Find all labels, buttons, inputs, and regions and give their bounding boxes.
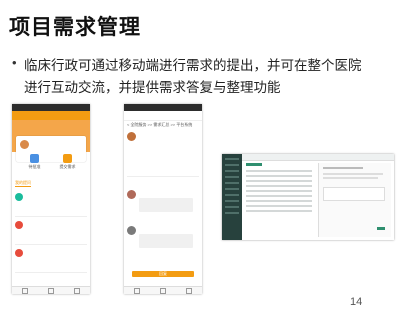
table-row[interactable] [246, 170, 312, 172]
reply-button[interactable]: 回复 [132, 271, 194, 277]
status-icon [15, 193, 23, 201]
tab-pending-label: 待批准 [28, 164, 41, 169]
table-row[interactable] [246, 185, 312, 187]
desktop-screenshot [222, 154, 394, 240]
action-tabs: 待批准 提交需求 [18, 154, 84, 170]
reply-item [127, 190, 199, 220]
detail-panel [318, 163, 391, 237]
avatar [127, 190, 136, 199]
bullet-text: 临床行政可通过移动端进行需求的提出，并可在整个医院进行互动交流，并提供需求答复与… [24, 58, 362, 95]
profile-banner [12, 120, 90, 162]
nav-icon[interactable] [48, 288, 54, 294]
avatar [20, 140, 29, 149]
bullet-dot: • [12, 55, 17, 70]
desktop-sidebar [222, 154, 242, 240]
mobile-screenshot-request-detail: < 全院服务 >> 需求汇总 >> 平台系统 回复 [124, 104, 202, 294]
table-row[interactable] [246, 190, 312, 192]
slide-title: 项目需求管理 [9, 16, 141, 39]
status-bar [12, 104, 90, 111]
nav-icon[interactable] [186, 288, 192, 294]
table-row[interactable] [246, 210, 312, 212]
nav-icon[interactable] [22, 288, 28, 294]
avatar [127, 226, 136, 235]
nav-icon[interactable] [134, 288, 140, 294]
status-icon [15, 221, 23, 229]
list-item[interactable] [15, 246, 87, 273]
list-item[interactable] [15, 190, 87, 217]
app-header [12, 111, 90, 120]
list-header: 我的提问 [15, 180, 31, 187]
status-icon [15, 249, 23, 257]
desktop-topbar [242, 154, 394, 161]
table-row[interactable] [246, 195, 312, 197]
list-item[interactable] [15, 218, 87, 245]
table-row[interactable] [246, 200, 312, 202]
request-post [127, 130, 199, 160]
nav-icon[interactable] [74, 288, 80, 294]
tab-submit-label: 提交需求 [59, 164, 76, 169]
mobile-screenshot-request-list: 待批准 提交需求 我的提问 [12, 104, 90, 294]
breadcrumb: < 全院服务 >> 需求汇总 >> 平台系统 [127, 122, 193, 127]
bottom-nav [12, 286, 90, 294]
reply-item [127, 226, 199, 256]
page-number: 14 [350, 296, 363, 308]
desktop-submit-button[interactable] [377, 227, 385, 230]
pending-icon [30, 154, 39, 163]
app-header [124, 111, 202, 121]
tab-pending[interactable]: 待批准 [25, 154, 45, 170]
table-row[interactable] [246, 205, 312, 207]
nav-icon[interactable] [160, 288, 166, 294]
reply-bubble [139, 198, 193, 212]
reply-bubble [139, 234, 193, 248]
status-bar [124, 104, 202, 111]
table-row[interactable] [246, 175, 312, 177]
divider [127, 176, 199, 181]
table-row[interactable] [246, 180, 312, 182]
bottom-nav [124, 286, 202, 294]
submit-icon [63, 154, 72, 163]
tab-submit[interactable]: 提交需求 [58, 154, 78, 170]
desktop-tab[interactable] [246, 163, 262, 166]
avatar [127, 132, 136, 141]
